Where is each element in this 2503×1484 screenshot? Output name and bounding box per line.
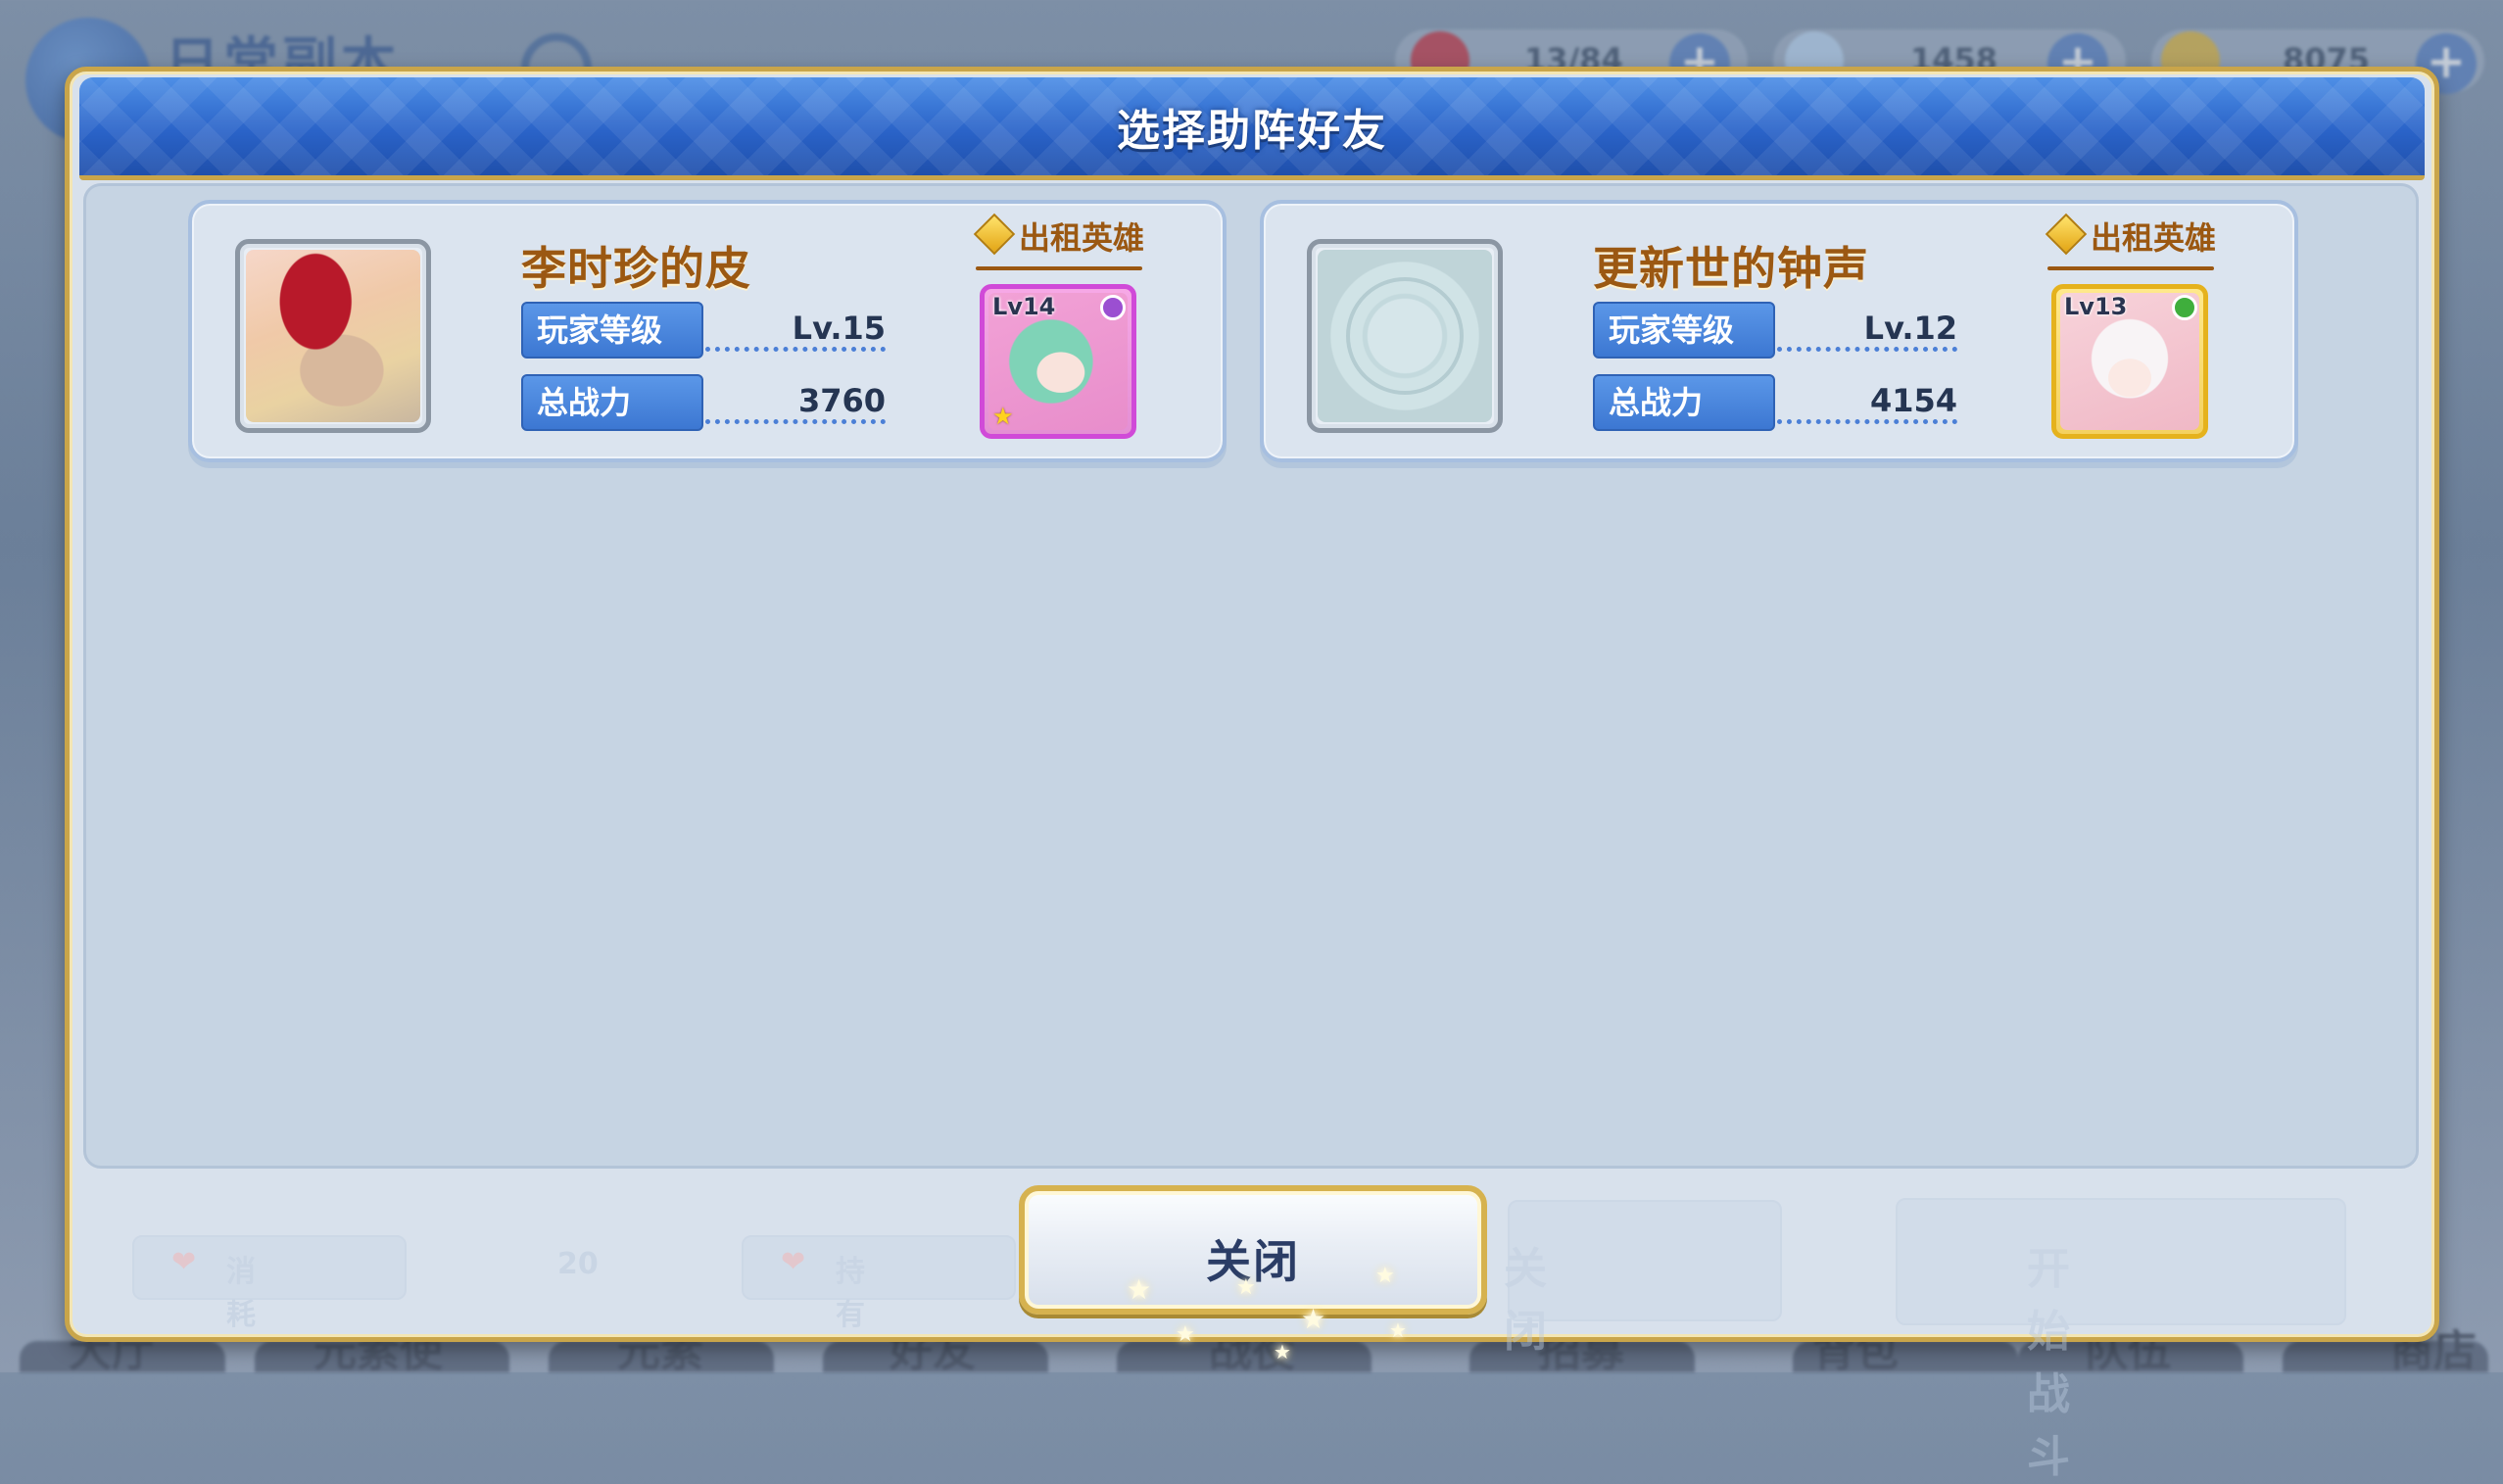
leaf-element-icon: [2172, 295, 2197, 320]
power-label: 总战力: [1593, 374, 1775, 431]
sparkle-icon: ★: [1301, 1303, 1326, 1335]
level-label: 玩家等级: [521, 302, 703, 359]
ghost-consume-label: 消耗: [226, 1255, 256, 1332]
emblem-icon: [1346, 277, 1464, 395]
rental-hero-portrait[interactable]: Lv13: [2051, 284, 2208, 439]
hero-level: Lv13: [2064, 293, 2128, 320]
power-label: 总战力: [521, 374, 703, 431]
player-avatar: [235, 239, 431, 433]
rent-hero-label: 出租英雄: [2091, 219, 2217, 257]
sparkle-icon: ★: [1274, 1340, 1291, 1364]
diamond-icon: [973, 213, 1016, 256]
friend-card-1[interactable]: 李时珍的皮 玩家等级 Lv.15 总战力 3760 出租英雄 Lv14 ★: [188, 200, 1227, 462]
moon-element-icon: [1100, 295, 1126, 320]
ghost-consume-value: 20: [557, 1247, 599, 1281]
ghost-heart-icon: ❤: [171, 1245, 197, 1279]
player-name: 李时珍的皮: [521, 242, 751, 295]
rental-hero-portrait[interactable]: Lv14 ★: [980, 284, 1136, 439]
level-value: Lv.15: [792, 310, 886, 347]
diamond-icon: [2045, 213, 2088, 256]
sparkle-icon: ★: [1176, 1322, 1195, 1347]
friend-card-2[interactable]: 更新世的钟声 玩家等级 Lv.12 总战力 4154 出租英雄 Lv13: [1260, 200, 2298, 462]
level-label: 玩家等级: [1593, 302, 1775, 359]
dialog-header: 选择助阵好友: [79, 77, 2425, 180]
ghost-heart-icon-2: ❤: [781, 1245, 806, 1279]
avatar-default-emblem: [1318, 250, 1492, 422]
player-avatar: [1307, 239, 1503, 433]
sparkle-icon: ★: [1389, 1318, 1407, 1342]
rent-hero-label: 出租英雄: [1019, 219, 1145, 257]
sparkle-icon: ★: [1236, 1275, 1256, 1300]
level-value: Lv.12: [1863, 310, 1957, 347]
sparkle-icon: ★: [1375, 1264, 1395, 1288]
sparkle-icon: ★: [1127, 1273, 1152, 1306]
power-value: 4154: [1869, 382, 1957, 419]
ghost-own-label: 持有: [836, 1255, 865, 1332]
power-value: 3760: [797, 382, 886, 419]
avatar-portrait: [246, 250, 420, 422]
hero-level: Lv14: [992, 293, 1056, 320]
player-name: 更新世的钟声: [1593, 242, 1869, 295]
dialog-title: 选择助阵好友: [1117, 106, 1387, 156]
ghost-start-label: 开始战斗: [2027, 1244, 2070, 1482]
star-icon: ★: [992, 403, 1014, 430]
ghost-close-label: 关闭: [1504, 1244, 1547, 1357]
